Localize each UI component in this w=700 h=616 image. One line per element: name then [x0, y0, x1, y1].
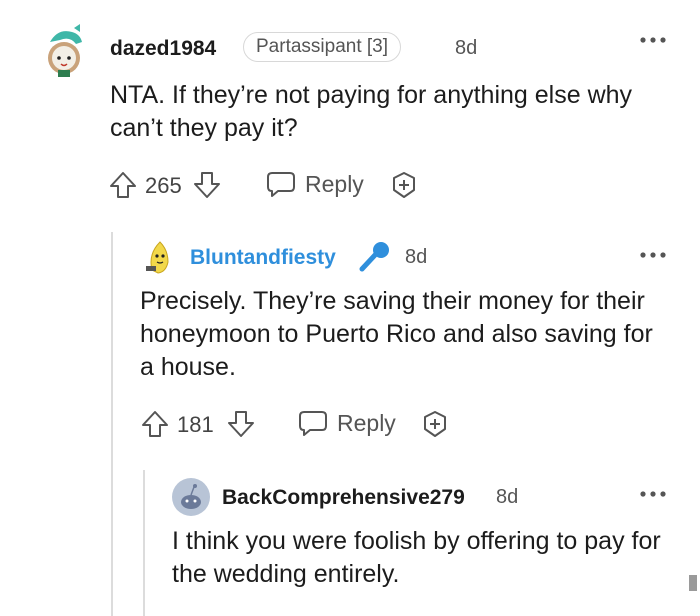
upvote-button[interactable]: [140, 409, 170, 439]
user-flair: Partassipant [3]: [243, 32, 402, 62]
upvote-button[interactable]: [108, 170, 138, 200]
username-op[interactable]: Bluntandfiesty: [190, 246, 336, 270]
award-plus-icon: [393, 172, 415, 198]
timestamp: 8d: [496, 486, 519, 508]
op-badge: [357, 240, 393, 274]
award-plus-icon: [424, 411, 446, 437]
downvote-arrow-icon: [194, 172, 220, 198]
comment-body: NTA. If they’re not paying for anything …: [110, 81, 633, 142]
more-dots-icon: [640, 252, 666, 258]
reply-button[interactable]: Reply: [298, 409, 396, 437]
reply-label: Reply: [305, 170, 364, 197]
comment-body: I think you were foolish by offering to …: [172, 527, 661, 588]
upvote-arrow-icon: [142, 411, 168, 437]
award-button[interactable]: [420, 409, 450, 439]
vote-score: 181: [177, 412, 214, 437]
avatar[interactable]: [172, 478, 210, 516]
comment-bubble-icon: [299, 411, 327, 436]
more-dots-icon: [640, 491, 666, 497]
timestamp: 8d: [455, 37, 478, 59]
downvote-button[interactable]: [226, 409, 256, 439]
more-options-button[interactable]: [640, 251, 666, 259]
snoo-avatar-default-icon: [172, 478, 210, 516]
vote-score: 265: [145, 173, 182, 198]
award-button[interactable]: [389, 170, 419, 200]
reply-button[interactable]: Reply: [266, 170, 364, 198]
downvote-button[interactable]: [192, 170, 222, 200]
thread-line-level2[interactable]: [143, 470, 145, 616]
username[interactable]: BackComprehensive279: [222, 486, 465, 510]
snoo-avatar-banana-icon: [146, 241, 169, 274]
reply-label: Reply: [337, 409, 396, 436]
thread-line-level1[interactable]: [111, 232, 113, 616]
snoo-avatar-dino-icon: [48, 24, 82, 77]
more-dots-icon: [640, 37, 666, 43]
microphone-icon: [359, 242, 389, 272]
comment-bubble-icon: [267, 172, 295, 197]
more-options-button[interactable]: [640, 490, 666, 498]
avatar[interactable]: [36, 22, 92, 78]
more-options-button[interactable]: [640, 36, 666, 44]
downvote-arrow-icon: [228, 411, 254, 437]
comment-body: Precisely. They’re saving their money fo…: [140, 287, 653, 381]
scrollbar-thumb[interactable]: [689, 575, 697, 591]
username[interactable]: dazed1984: [110, 37, 216, 61]
timestamp: 8d: [405, 246, 428, 268]
avatar[interactable]: [140, 236, 180, 276]
upvote-arrow-icon: [110, 172, 136, 198]
